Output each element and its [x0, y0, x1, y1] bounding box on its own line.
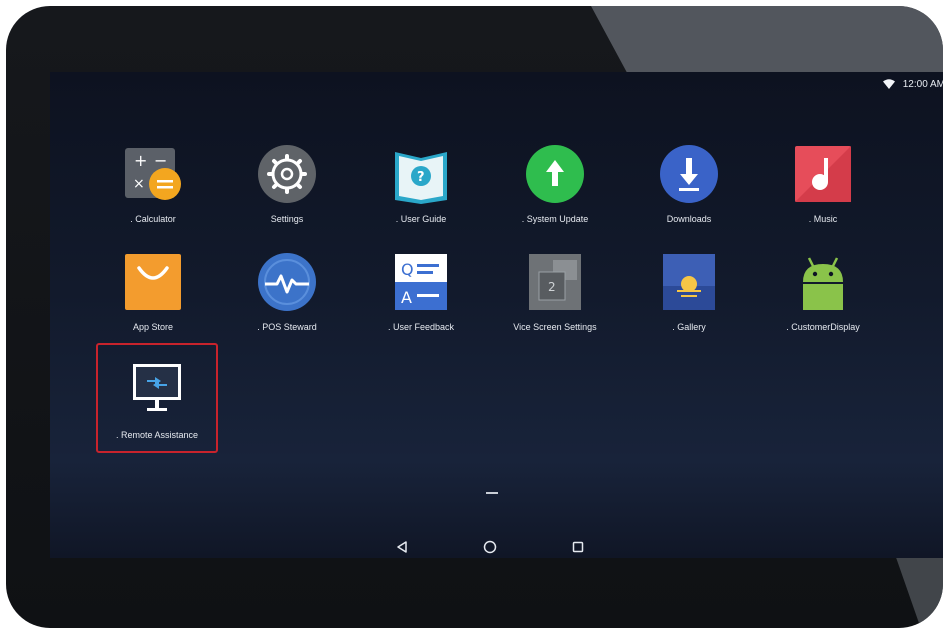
app-system-update[interactable]: . System Update [490, 144, 620, 224]
app-label: . System Update [521, 214, 589, 224]
app-label: . POS Steward [257, 322, 317, 332]
recents-square-icon [572, 541, 584, 553]
svg-text:2: 2 [548, 280, 556, 294]
app-settings[interactable]: Settings [222, 144, 352, 224]
download-icon [660, 145, 718, 203]
app-label: . CustomerDisplay [786, 322, 860, 332]
app-label: . Music [808, 214, 838, 224]
app-pos-steward[interactable]: . POS Steward [222, 252, 352, 332]
svg-text:Q: Q [401, 260, 414, 279]
home-screen: 12:00 AM + − × . Calculator Settings ? .… [50, 72, 943, 558]
svg-text:−: − [154, 151, 167, 170]
app-customer-display[interactable]: . CustomerDisplay [758, 252, 888, 332]
highlight-box [96, 343, 218, 453]
tablet-device: 12:00 AM + − × . Calculator Settings ? .… [6, 6, 943, 628]
home-button[interactable] [480, 537, 500, 557]
app-label: . Gallery [672, 322, 706, 332]
home-circle-icon [483, 540, 497, 554]
app-label: . User Guide [395, 214, 447, 224]
music-icon [795, 146, 851, 202]
calculator-icon: + − × [125, 148, 181, 200]
app-music[interactable]: . Music [758, 144, 888, 224]
svg-text:×: × [133, 176, 145, 192]
svg-text:A: A [401, 288, 412, 307]
arrow-up-icon [526, 145, 584, 203]
android-icon [803, 257, 843, 310]
gear-icon [258, 145, 316, 203]
heartbeat-icon [258, 253, 316, 311]
book-icon: ? [395, 152, 447, 204]
app-label: . User Feedback [387, 322, 455, 332]
qa-icon: Q A [395, 254, 447, 310]
app-drawer-handle[interactable] [486, 492, 498, 494]
svg-text:+: + [134, 151, 147, 170]
app-user-feedback[interactable]: Q A . User Feedback [356, 252, 486, 332]
shopping-bag-icon [125, 254, 181, 310]
back-button[interactable] [392, 537, 412, 557]
app-vice-screen-settings[interactable]: 2 Vice Screen Settings [490, 252, 620, 332]
back-triangle-icon [397, 541, 407, 553]
app-app-store[interactable]: App Store [88, 252, 218, 332]
app-calculator[interactable]: + − × . Calculator [88, 144, 218, 224]
app-label: Downloads [666, 214, 712, 224]
gallery-icon [663, 254, 715, 310]
dual-screen-icon: 2 [529, 254, 581, 310]
app-grid: + − × . Calculator Settings ? . User Gui… [50, 72, 943, 472]
app-label: App Store [132, 322, 174, 332]
recents-button[interactable] [568, 537, 588, 557]
app-label: Settings [270, 214, 304, 224]
app-user-guide[interactable]: ? . User Guide [356, 144, 486, 224]
svg-text:?: ? [417, 170, 425, 185]
app-label: Vice Screen Settings [513, 322, 597, 332]
navigation-bar [50, 527, 943, 558]
app-label: . Calculator [130, 214, 176, 224]
app-gallery[interactable]: . Gallery [624, 252, 754, 332]
app-downloads[interactable]: Downloads [624, 144, 754, 224]
